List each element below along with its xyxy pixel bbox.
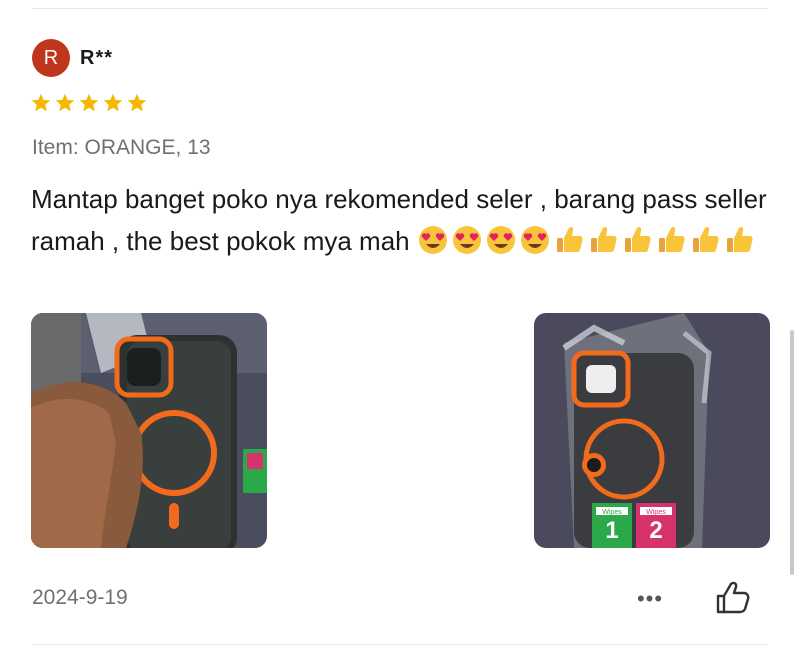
wipes-label-1: Wipes [602,509,622,516]
top-divider [32,8,768,9]
heart-eyes-emoji-icon [418,226,447,254]
review-photo-1[interactable] [31,313,267,548]
more-options-button[interactable]: ••• [630,584,670,614]
review-card: R R** Item: ORANGE, 13 Mantap banget pok… [0,0,800,647]
wipes-label-2: Wipes [646,509,666,516]
thumbs-up-emoji-icon [726,227,753,252]
star-icon [103,93,123,112]
heart-eyes-emoji-icon [520,226,549,254]
thumbs-up-emoji-icon [624,227,651,252]
review-photo-2[interactable]: 1 2 Wipes Wipes [534,313,770,548]
wipes-sticker-1: 1 [605,517,618,544]
bottom-divider [32,644,768,645]
item-variant: Item: ORANGE, 13 [32,136,211,159]
photo-phone-case-in-hand [31,313,267,548]
wipes-sticker-2: 2 [649,517,662,544]
thumbs-up-icon[interactable] [712,578,752,618]
review-date: 2024-9-19 [32,586,128,609]
star-icon [55,93,75,112]
star-rating [30,92,148,114]
thumbs-up-emoji-icon [556,227,583,252]
review-body: Mantap banget poko nya rekomended seler … [31,178,776,262]
thumbs-up-emoji-icon [590,227,617,252]
photo-phone-case-in-package: 1 2 Wipes Wipes [534,313,770,548]
thumbs-up-emoji-icon [692,227,719,252]
scrollbar[interactable] [790,330,794,575]
emoji-row [417,226,757,256]
review-header: R R** [32,39,113,77]
heart-eyes-emoji-icon [486,226,515,254]
reviewer-name: R** [80,46,114,69]
thumbs-up-emoji-icon [658,227,685,252]
heart-eyes-emoji-icon [452,226,481,254]
avatar[interactable]: R [32,39,70,77]
star-icon [79,93,99,112]
star-icon [127,93,147,112]
star-icon [31,93,51,112]
